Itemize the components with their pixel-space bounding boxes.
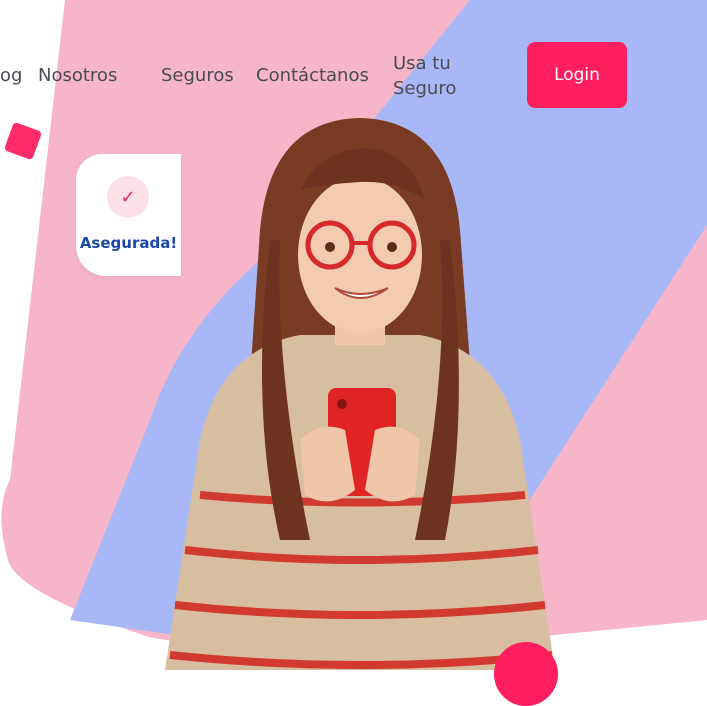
- nav-blog-link[interactable]: og: [0, 65, 22, 87]
- nav-contactanos-link[interactable]: Contáctanos: [256, 65, 369, 87]
- nav-nosotros-link[interactable]: Nosotros: [38, 65, 117, 87]
- nav-seguros-link[interactable]: Seguros: [161, 65, 234, 87]
- check-icon: ✓: [107, 176, 149, 218]
- nav-usa-tu-link[interactable]: Usa tu: [393, 53, 451, 75]
- top-navigation: og Nosotros Seguros Contáctanos Usa tu S…: [0, 0, 707, 120]
- login-button[interactable]: Login: [527, 42, 627, 108]
- nav-seguro-link[interactable]: Seguro: [393, 78, 456, 100]
- decorative-circle: [494, 642, 558, 706]
- smiling-woman-illustration: [165, 118, 555, 670]
